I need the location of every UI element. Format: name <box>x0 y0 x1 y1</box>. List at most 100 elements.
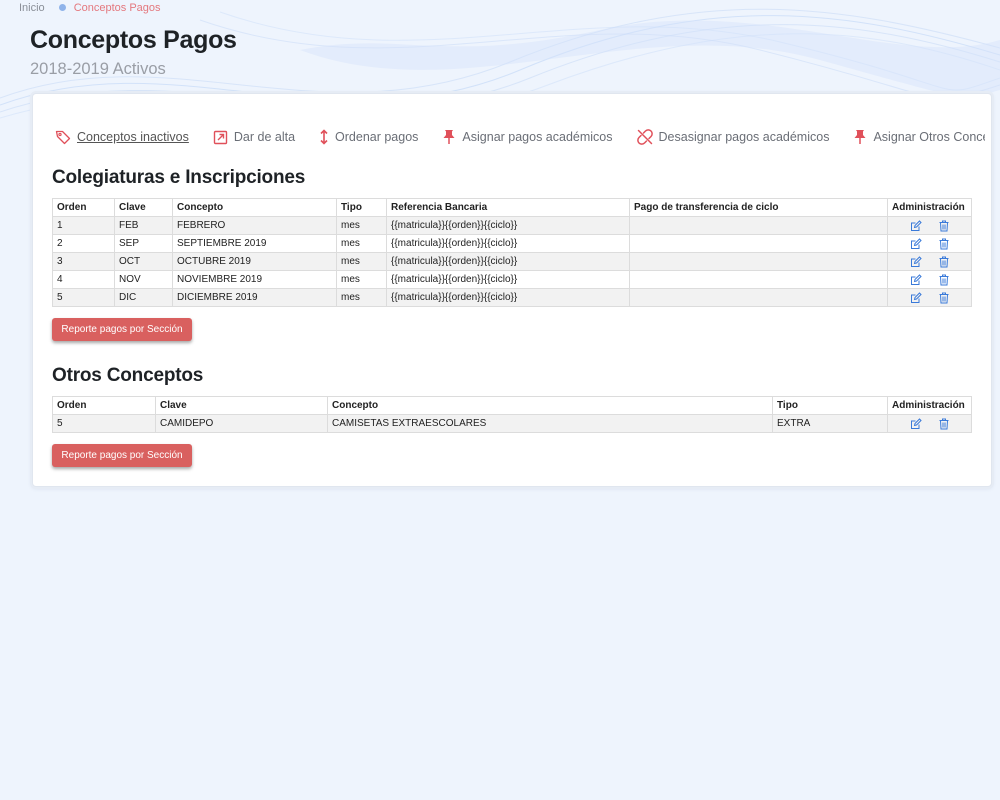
toolbar-asignar-pagos-academicos[interactable]: Asignar pagos académicos <box>442 129 613 145</box>
column-header-clave[interactable]: Clave <box>155 396 328 415</box>
trash-icon[interactable] <box>939 256 949 268</box>
toolbar-label: Desasignar pagos académicos <box>658 130 830 144</box>
cell-clave: NOV <box>114 270 173 289</box>
toolbar-dar-de-alta[interactable]: Dar de alta <box>213 130 295 145</box>
table-header-row: Orden Clave Concepto Tipo Administración <box>52 396 972 415</box>
edit-icon[interactable] <box>910 417 922 430</box>
cell-orden: 5 <box>52 414 156 433</box>
trash-icon[interactable] <box>939 220 949 232</box>
breadcrumb-separator-dot <box>58 3 66 11</box>
cell-orden: 2 <box>52 234 115 253</box>
external-link-icon <box>213 130 228 144</box>
cell-administracion <box>887 414 972 433</box>
cell-referencia: {{matricula}}{{orden}}{{ciclo}} <box>386 216 630 235</box>
cell-referencia: {{matricula}}{{orden}}{{ciclo}} <box>386 270 630 289</box>
cell-clave: CAMIDEPO <box>155 414 328 433</box>
cell-referencia: {{matricula}}{{orden}}{{ciclo}} <box>386 288 630 307</box>
cell-transferencia <box>629 216 888 235</box>
column-header-referencia[interactable]: Referencia Bancaria <box>386 198 630 217</box>
cell-administracion <box>887 288 972 307</box>
pin-icon <box>443 130 455 144</box>
edit-icon[interactable] <box>910 237 922 250</box>
tag-icon <box>55 130 71 145</box>
cell-transferencia <box>629 234 888 253</box>
trash-icon[interactable] <box>939 418 949 430</box>
content-card: Conceptos inactivos Dar de alta Ordenar … <box>32 93 992 487</box>
cell-concepto: NOVIEMBRE 2019 <box>172 270 337 289</box>
column-header-tipo[interactable]: Tipo <box>336 198 387 217</box>
breadcrumb-home-link[interactable]: Inicio <box>19 2 45 14</box>
cell-transferencia <box>629 270 888 289</box>
cell-tipo: mes <box>336 288 387 307</box>
cell-administracion <box>887 270 972 289</box>
pin-icon <box>854 130 866 144</box>
cell-concepto: DICIEMBRE 2019 <box>172 288 337 307</box>
cell-transferencia <box>629 288 888 307</box>
cell-clave: OCT <box>114 252 173 271</box>
toolbar-label: Dar de alta <box>233 130 296 144</box>
breadcrumb-current: Conceptos Pagos <box>73 2 161 14</box>
colegiaturas-table: Orden Clave Concepto Tipo Referencia Ban… <box>52 198 972 307</box>
cell-tipo: mes <box>336 252 387 271</box>
cell-orden: 3 <box>52 252 115 271</box>
toolbar: Conceptos inactivos Dar de alta Ordenar … <box>55 127 985 147</box>
cell-orden: 4 <box>52 270 115 289</box>
edit-icon[interactable] <box>910 219 922 232</box>
cell-tipo: mes <box>336 216 387 235</box>
table-row: 3 OCT OCTUBRE 2019 mes {{matricula}}{{or… <box>52 252 972 271</box>
cell-referencia: {{matricula}}{{orden}}{{ciclo}} <box>386 234 630 253</box>
trash-icon[interactable] <box>939 274 949 286</box>
column-header-tipo[interactable]: Tipo <box>772 396 888 415</box>
column-header-administracion: Administración <box>887 396 972 415</box>
cell-tipo: EXTRA <box>772 414 888 433</box>
cell-referencia: {{matricula}}{{orden}}{{ciclo}} <box>386 252 630 271</box>
cell-administracion <box>887 252 972 271</box>
cell-concepto: CAMISETAS EXTRAESCOLARES <box>327 414 773 433</box>
toolbar-conceptos-inactivos[interactable]: Conceptos inactivos <box>55 129 189 145</box>
section-title-otros: Otros Conceptos <box>52 365 204 386</box>
cell-tipo: mes <box>336 234 387 253</box>
toolbar-asignar-otros-conceptos[interactable]: Asignar Otros Conceptos <box>853 129 985 145</box>
edit-icon[interactable] <box>910 255 922 268</box>
toolbar-label: Asignar pagos académicos <box>462 130 613 144</box>
column-header-administracion: Administración <box>887 198 972 217</box>
cell-clave: SEP <box>114 234 173 253</box>
table-row: 5 CAMIDEPO CAMISETAS EXTRAESCOLARES EXTR… <box>52 414 972 433</box>
otros-conceptos-table: Orden Clave Concepto Tipo Administración… <box>52 396 972 433</box>
table-header-row: Orden Clave Concepto Tipo Referencia Ban… <box>52 198 972 217</box>
column-header-orden[interactable]: Orden <box>52 198 115 217</box>
cell-concepto: SEPTIEMBRE 2019 <box>172 234 337 253</box>
breadcrumb: Inicio Conceptos Pagos <box>19 2 161 14</box>
cell-administracion <box>887 216 972 235</box>
page-title: Conceptos Pagos <box>30 26 237 54</box>
section-title-colegiaturas: Colegiaturas e Inscripciones <box>52 167 306 188</box>
toolbar-label: Ordenar pagos <box>335 130 419 144</box>
cell-concepto: OCTUBRE 2019 <box>172 252 337 271</box>
trash-icon[interactable] <box>939 292 949 304</box>
trash-icon[interactable] <box>939 238 949 250</box>
column-header-clave[interactable]: Clave <box>114 198 173 217</box>
reporte-otros-button[interactable]: Reporte pagos por Sección <box>52 444 192 467</box>
table-row: 2 SEP SEPTIEMBRE 2019 mes {{matricula}}{… <box>52 234 972 253</box>
column-header-concepto[interactable]: Concepto <box>327 396 773 415</box>
column-header-orden[interactable]: Orden <box>52 396 156 415</box>
unlink-icon <box>636 129 653 145</box>
toolbar-label: Asignar Otros Conceptos <box>873 130 985 144</box>
toolbar-ordenar-pagos[interactable]: Ordenar pagos <box>319 129 418 145</box>
toolbar-desasignar-pagos-academicos[interactable]: Desasignar pagos académicos <box>636 129 830 145</box>
cell-administracion <box>887 234 972 253</box>
cell-orden: 1 <box>52 216 115 235</box>
cell-clave: DIC <box>114 288 173 307</box>
cell-clave: FEB <box>114 216 173 235</box>
column-header-concepto[interactable]: Concepto <box>172 198 337 217</box>
edit-icon[interactable] <box>910 291 922 304</box>
cell-tipo: mes <box>336 270 387 289</box>
sort-vertical-icon <box>320 129 328 145</box>
table-row: 5 DIC DICIEMBRE 2019 mes {{matricula}}{{… <box>52 288 972 307</box>
table-row: 4 NOV NOVIEMBRE 2019 mes {{matricula}}{{… <box>52 270 972 289</box>
column-header-transferencia[interactable]: Pago de transferencia de ciclo <box>629 198 888 217</box>
cell-transferencia <box>629 252 888 271</box>
edit-icon[interactable] <box>910 273 922 286</box>
cell-concepto: FEBRERO <box>172 216 337 235</box>
reporte-colegiaturas-button[interactable]: Reporte pagos por Sección <box>52 318 192 341</box>
